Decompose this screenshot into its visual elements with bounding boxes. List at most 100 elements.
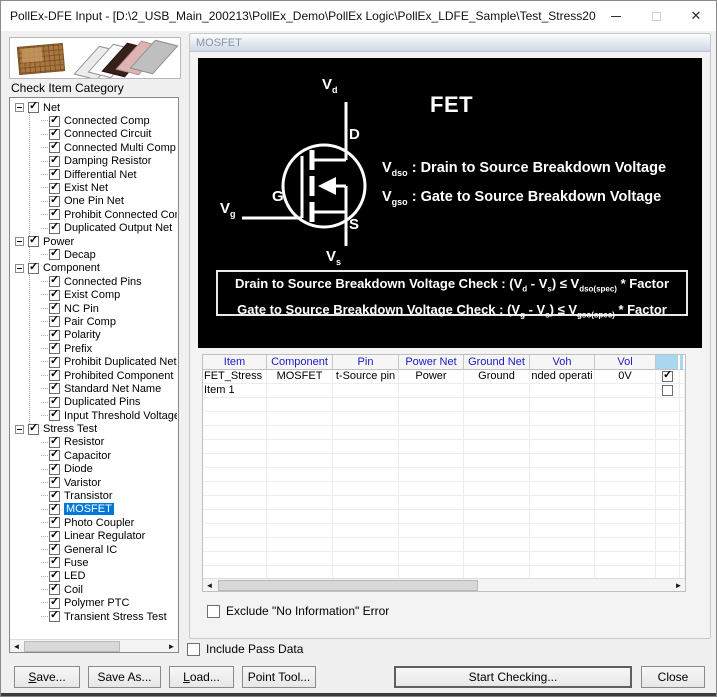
table-cell[interactable]: FET_Stress	[203, 370, 267, 384]
tree-item-label[interactable]: Capacitor	[64, 450, 111, 462]
tree-item-label[interactable]: Standard Net Name	[64, 383, 161, 395]
tree-item-connected-circuit[interactable]: Connected Circuit	[11, 128, 177, 141]
scrollbar-thumb[interactable]	[24, 641, 120, 652]
checkbox-icon[interactable]	[49, 248, 60, 261]
table-cell[interactable]: Power	[399, 370, 464, 384]
tree-item-damping-resistor[interactable]: Damping Resistor	[11, 155, 177, 168]
column-header-vol[interactable]: Vol	[595, 355, 656, 370]
checkbox-icon[interactable]	[49, 570, 60, 582]
exclude-no-information-error-checkbox[interactable]: Exclude "No Information" Error	[207, 604, 389, 618]
checkbox-icon[interactable]	[49, 208, 60, 221]
tree-item-label[interactable]: Polarity	[64, 329, 101, 341]
checkbox-icon[interactable]	[187, 642, 200, 656]
tree-item-stress-test[interactable]: Stress Test	[11, 422, 177, 435]
tree-item-diode[interactable]: Diode	[11, 463, 177, 476]
tree-item-mosfet[interactable]: MOSFET	[11, 503, 177, 516]
tree-item-connected-multi-comp[interactable]: Connected Multi Comp	[11, 141, 177, 154]
checkbox-icon[interactable]	[49, 543, 60, 556]
checkbox-icon[interactable]	[49, 329, 60, 341]
checkbox-icon[interactable]	[207, 604, 220, 618]
checkbox-icon[interactable]	[28, 423, 39, 435]
tree-item-label[interactable]: Differential Net	[64, 169, 137, 181]
tree-item-label[interactable]: Connected Multi Comp	[64, 142, 176, 154]
checkbox-icon[interactable]	[49, 583, 60, 596]
tree-item-connected-pins[interactable]: Connected Pins	[11, 275, 177, 288]
checkbox-icon[interactable]	[49, 382, 60, 395]
table-check-cell[interactable]	[656, 370, 680, 384]
checkbox-icon[interactable]	[49, 409, 60, 422]
table-cell[interactable]: 0V	[595, 370, 656, 384]
tree-item-polarity[interactable]: Polarity	[11, 329, 177, 342]
tree-item-label[interactable]: General IC	[64, 544, 117, 556]
checkbox-icon[interactable]	[28, 235, 39, 248]
tree-horizontal-scrollbar[interactable]: ◄ ►	[10, 639, 178, 652]
table-cell[interactable]: MOSFET	[267, 370, 333, 384]
tree-item-label[interactable]: Component	[43, 262, 100, 274]
checkbox-icon[interactable]	[49, 516, 60, 529]
tree-item-input-threshold-voltage[interactable]: Input Threshold Voltage	[11, 409, 177, 422]
table-cell[interactable]: t-Source pin	[333, 370, 399, 384]
close-button[interactable]: ✕	[676, 1, 716, 31]
checkbox-icon[interactable]	[28, 262, 39, 274]
tree-item-label[interactable]: Prohibit Connected Comp	[64, 209, 177, 221]
table-cell[interactable]: nded operati	[530, 370, 595, 384]
tree-item-label[interactable]: Pair Comp	[64, 316, 116, 328]
checkbox-icon[interactable]	[49, 315, 60, 328]
tree-item-label[interactable]: Fuse	[64, 557, 88, 569]
minimize-button[interactable]	[596, 1, 636, 31]
tree-item-standard-net-name[interactable]: Standard Net Name	[11, 382, 177, 395]
tree-item-label[interactable]: Varistor	[64, 477, 101, 489]
checkbox-icon[interactable]	[49, 342, 60, 355]
tree-item-pair-comp[interactable]: Pair Comp	[11, 315, 177, 328]
tree-item-label[interactable]: Stress Test	[43, 423, 97, 435]
tree-item-polymer-ptc[interactable]: Polymer PTC	[11, 596, 177, 609]
tree-item-label[interactable]: Polymer PTC	[64, 597, 129, 609]
tree-item-led[interactable]: LED	[11, 570, 177, 583]
tree-item-component[interactable]: Component	[11, 262, 177, 275]
tree-item-label[interactable]: Net	[43, 102, 60, 114]
scroll-right-icon[interactable]: ►	[672, 579, 685, 592]
column-header-ground-net[interactable]: Ground Net	[464, 355, 530, 370]
table-row[interactable]: FET_Stress MOSFET t-Source pin Power Ground n…	[203, 370, 685, 384]
checkbox-icon[interactable]	[49, 436, 60, 448]
checkbox-icon[interactable]	[49, 476, 60, 489]
tree-item-linear-regulator[interactable]: Linear Regulator	[11, 530, 177, 543]
tree-item-general-ic[interactable]: General IC	[11, 543, 177, 556]
tree-item-varistor[interactable]: Varistor	[11, 476, 177, 489]
table-check-cell[interactable]	[656, 384, 680, 398]
checkbox-icon[interactable]	[49, 128, 60, 140]
collapse-icon[interactable]	[15, 103, 24, 113]
tree-item-coil[interactable]: Coil	[11, 583, 177, 596]
tree-item-label[interactable]: Prohibited Component	[64, 370, 173, 382]
tree-item-label[interactable]: Decap	[64, 249, 96, 261]
tree-item-transient-stress-test[interactable]: Transient Stress Test	[11, 610, 177, 623]
close-button[interactable]: Close	[641, 666, 705, 688]
tree-item-label[interactable]: Resistor	[64, 436, 104, 448]
check-column-header[interactable]	[656, 355, 680, 370]
tree-item-label[interactable]: Damping Resistor	[64, 155, 151, 167]
checkbox-icon[interactable]	[662, 385, 673, 396]
tree-item-label[interactable]: Power	[43, 236, 74, 248]
table-cell[interactable]	[464, 384, 530, 398]
save-as-button[interactable]: Save As...	[88, 666, 161, 688]
checkbox-icon[interactable]	[49, 275, 60, 288]
checkbox-icon[interactable]	[28, 101, 39, 114]
tree-item-fuse[interactable]: Fuse	[11, 556, 177, 569]
table-cell[interactable]	[399, 384, 464, 398]
scroll-left-icon[interactable]: ◄	[10, 640, 23, 653]
checkbox-icon[interactable]	[49, 490, 60, 502]
tree-item-label[interactable]: Connected Circuit	[64, 128, 151, 140]
checkbox-icon[interactable]	[49, 369, 60, 381]
checkbox-icon[interactable]	[49, 463, 60, 475]
checkbox-icon[interactable]	[49, 449, 60, 462]
checkbox-icon[interactable]	[662, 370, 673, 382]
tree-item-one-pin-net[interactable]: One Pin Net	[11, 195, 177, 208]
tree-item-label[interactable]: Exist Comp	[64, 289, 120, 301]
tree-item-label[interactable]: LED	[64, 570, 85, 582]
checkbox-icon[interactable]	[49, 115, 60, 127]
tree-item-duplicated-pins[interactable]: Duplicated Pins	[11, 396, 177, 409]
checkbox-icon[interactable]	[49, 155, 60, 167]
tree-item-label[interactable]: Prefix	[64, 343, 92, 355]
tree-item-label[interactable]: Connected Pins	[64, 276, 142, 288]
column-header-item[interactable]: Item	[203, 355, 267, 370]
